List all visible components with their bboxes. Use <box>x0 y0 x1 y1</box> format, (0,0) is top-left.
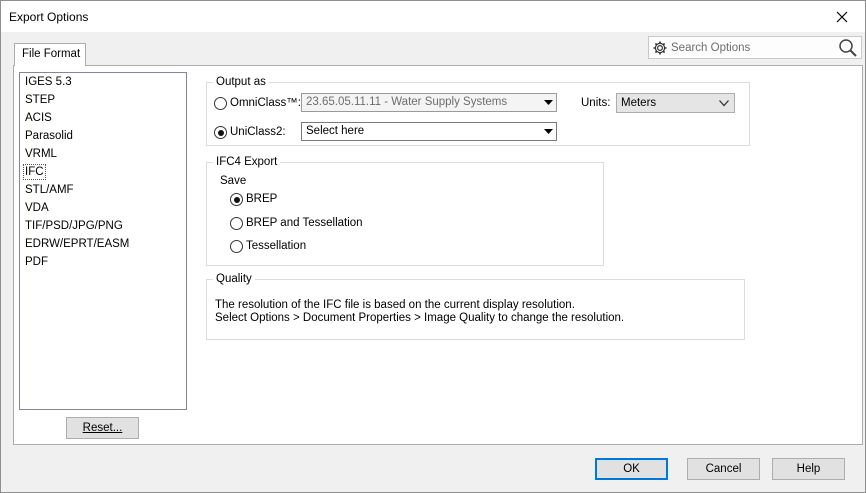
search-input[interactable]: Search Options <box>671 42 750 54</box>
format-item-images[interactable]: TIF/PSD/JPG/PNG <box>25 219 123 233</box>
quality-legend: Quality <box>216 273 252 285</box>
help-button[interactable]: Help <box>772 458 845 480</box>
format-item-stl-amf[interactable]: STL/AMF <box>25 183 74 197</box>
export-options-dialog: Export Options File Format Search Option… <box>0 0 866 493</box>
brep-tessellation-radio[interactable] <box>230 217 243 230</box>
ok-button[interactable]: OK <box>595 458 668 480</box>
format-item-vda[interactable]: VDA <box>25 201 49 215</box>
ifc4-export-legend: IFC4 Export <box>216 156 278 168</box>
search-options-box[interactable]: Search Options <box>648 36 862 59</box>
brep-tessellation-label[interactable]: BREP and Tessellation <box>246 217 363 229</box>
close-button[interactable] <box>819 1 865 32</box>
format-item-iges[interactable]: IGES 5.3 <box>25 75 72 89</box>
gear-icon[interactable] <box>652 40 668 56</box>
quality-text-line1: The resolution of the IFC file is based … <box>215 299 575 311</box>
omniclass-label: OmniClass™: <box>230 97 301 109</box>
window-title: Export Options <box>9 10 89 24</box>
format-item-ifc[interactable]: IFC <box>23 164 46 180</box>
brep-radio[interactable] <box>230 193 243 206</box>
format-item-parasolid[interactable]: Parasolid <box>25 129 73 143</box>
close-icon <box>836 11 848 22</box>
search-icon[interactable] <box>838 38 858 58</box>
reset-button[interactable]: Reset... <box>66 417 139 439</box>
chevron-down-icon <box>719 98 729 110</box>
uniclass-select[interactable]: Select here <box>301 122 557 141</box>
omniclass-radio[interactable] <box>214 97 227 110</box>
omniclass-value: 23.65.05.11.11 - Water Supply Systems <box>306 96 508 108</box>
tessellation-label[interactable]: Tessellation <box>246 240 306 252</box>
quality-text-line2: Select Options > Document Properties > I… <box>215 312 625 324</box>
format-item-vrml[interactable]: VRML <box>25 147 57 161</box>
file-format-list: IGES 5.3 STEP ACIS Parasolid VRML IFC ST… <box>19 72 187 410</box>
units-label: Units: <box>581 97 611 109</box>
chevron-down-icon <box>540 123 556 140</box>
omniclass-select[interactable]: 23.65.05.11.11 - Water Supply Systems <box>301 93 557 112</box>
title-bar: Export Options <box>1 1 865 32</box>
brep-label[interactable]: BREP <box>246 193 277 205</box>
tab-file-format[interactable]: File Format <box>14 43 86 66</box>
format-item-edrw[interactable]: EDRW/EPRT/EASM <box>25 237 129 251</box>
save-label: Save <box>220 175 247 187</box>
format-item-pdf[interactable]: PDF <box>25 255 48 269</box>
units-value: Meters <box>621 97 657 109</box>
chevron-down-icon <box>540 94 556 111</box>
tessellation-radio[interactable] <box>230 240 243 253</box>
cancel-button[interactable]: Cancel <box>687 458 760 480</box>
format-item-acis[interactable]: ACIS <box>25 111 52 125</box>
uniclass-value: Select here <box>306 125 365 137</box>
output-as-legend: Output as <box>216 76 266 88</box>
uniclass-radio[interactable] <box>214 126 227 139</box>
format-item-step[interactable]: STEP <box>25 93 55 107</box>
units-select[interactable]: Meters <box>616 93 735 113</box>
uniclass-label: UniClass2: <box>230 126 286 138</box>
